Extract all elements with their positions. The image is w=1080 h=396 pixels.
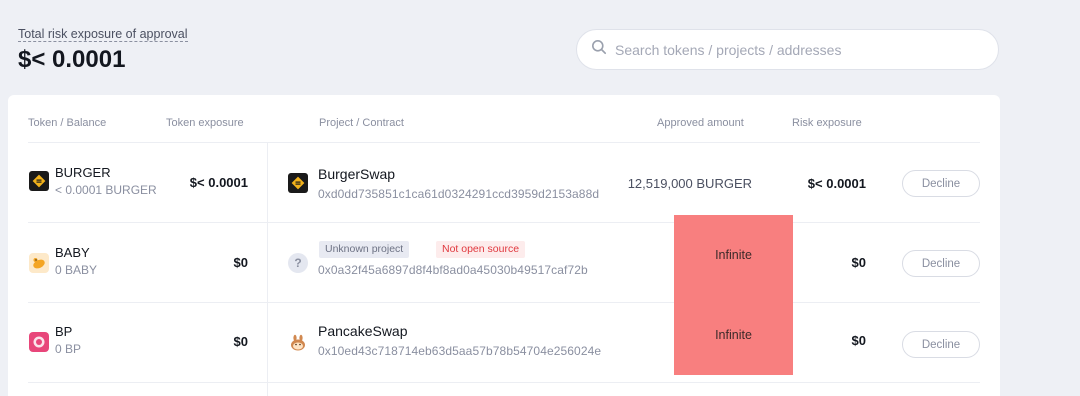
bp-token-icon [29,332,49,352]
approved-amount-infinite: Infinite [674,295,793,375]
project-name[interactable]: BurgerSwap [318,166,395,182]
decline-button[interactable]: Decline [902,250,980,277]
row-divider [28,382,980,383]
token-balance: 0 BP [55,342,82,356]
token-exposure: $0 [233,334,248,349]
risk-exposure: $< 0.0001 [807,176,866,191]
risk-exposure: $0 [851,333,866,348]
row-divider [28,222,980,223]
burger-token-icon [29,171,49,191]
not-open-source-tag: Not open source [436,241,526,258]
contract-address[interactable]: 0xd0dd735851c1ca61d0324291ccd3959d2153a8… [318,187,599,201]
table-row: BURGER < 0.0001 BURGER $< 0.0001 BurgerS… [28,142,980,222]
contract-address[interactable]: 0x10ed43c718714eb63d5aa57b78b54704e25602… [318,344,601,358]
contract-address[interactable]: 0x0a32f45a6897d8f4bf8ad0a45030b49517caf7… [318,263,588,277]
col-header-approved-amount: Approved amount [657,117,744,129]
col-header-token-balance: Token / Balance [28,117,107,129]
row-divider [28,142,980,143]
total-risk-value: $< 0.0001 [18,46,126,73]
pancakeswap-project-icon [288,333,308,353]
decline-button[interactable]: Decline [902,331,980,358]
token-symbol: BURGER [55,165,111,180]
row-divider [28,302,980,303]
burgerswap-project-icon [288,173,308,193]
token-exposure: $< 0.0001 [189,175,248,190]
table-row: BABY 0 BABY $0 ? Unknown project Not ope… [28,215,980,302]
total-risk-label[interactable]: Total risk exposure of approval [18,27,188,42]
token-balance: 0 BABY [55,263,98,277]
col-header-project-contract: Project / Contract [319,117,404,129]
token-balance: < 0.0001 BURGER [55,183,157,197]
table-row-divider [28,382,980,384]
approved-amount: 12,519,000 BURGER [627,176,752,191]
col-header-token-exposure: Token exposure [166,117,244,129]
project-name[interactable]: PancakeSwap [318,323,408,339]
baby-token-icon [29,253,49,273]
search-box[interactable] [576,29,999,70]
token-symbol: BP [55,324,73,339]
approved-amount-infinite: Infinite [674,215,793,295]
unknown-project-icon: ? [288,253,308,273]
col-header-risk-exposure: Risk exposure [792,117,862,129]
token-exposure: $0 [233,255,248,270]
approvals-table: Token / Balance Token exposure Project /… [8,95,1000,396]
search-input[interactable] [615,41,975,58]
unknown-project-tag: Unknown project [319,241,410,258]
decline-button[interactable]: Decline [902,170,980,197]
table-row: BP 0 BP $0 PancakeSwap 0x10ed43c718714eb… [28,295,980,382]
risk-exposure: $0 [851,255,866,270]
token-symbol: BABY [55,245,90,260]
search-icon [591,39,607,60]
